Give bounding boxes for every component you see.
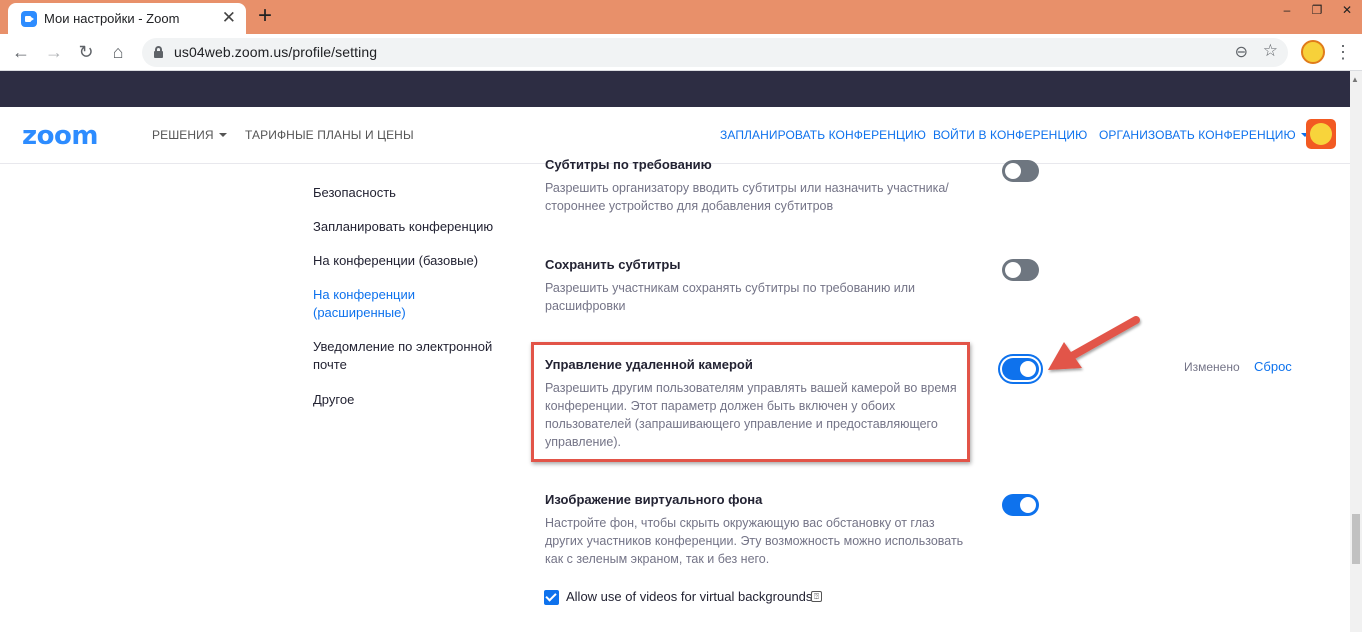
tab-close-icon[interactable]: ✕ xyxy=(222,9,236,27)
remote-camera-control-toggle[interactable] xyxy=(1002,358,1039,380)
sidebar-item-email-notification[interactable]: Уведомление по электронной почте xyxy=(313,338,493,374)
setting-title: Изображение виртуального фона xyxy=(545,492,763,507)
modified-status: Изменено xyxy=(1184,360,1240,374)
allow-videos-checkbox[interactable] xyxy=(544,590,559,605)
toggle-knob xyxy=(1020,497,1036,513)
setting-description: Разрешить участникам сохранять субтитры … xyxy=(545,281,916,313)
browser-profile-icon[interactable] xyxy=(1301,40,1325,64)
setting-closed-captions: Субтитры по требованию Разрешить организ… xyxy=(545,156,975,215)
sidebar-item-in-meeting-basic[interactable]: На конференции (базовые) xyxy=(313,252,503,270)
lock-icon[interactable] xyxy=(154,46,163,58)
setting-title: Сохранить субтитры xyxy=(545,257,681,272)
new-tab-button[interactable]: + xyxy=(258,3,272,29)
back-button[interactable]: ← xyxy=(10,41,32,63)
nav-join-meeting[interactable]: ВОЙТИ В КОНФЕРЕНЦИЮ xyxy=(933,128,1087,142)
nav-host-meeting[interactable]: ОРГАНИЗОВАТЬ КОНФЕРЕНЦИЮ xyxy=(1099,128,1309,142)
sidebar-item-other[interactable]: Другое xyxy=(313,391,503,409)
nav-solutions[interactable]: РЕШЕНИЯ xyxy=(152,128,227,142)
allow-videos-label[interactable]: Allow use of videos for virtual backgrou… xyxy=(566,589,812,604)
nav-solutions-label: РЕШЕНИЯ xyxy=(152,128,214,142)
bookmark-star-icon[interactable]: ☆ xyxy=(1263,41,1278,61)
caret-down-icon xyxy=(218,133,227,137)
sidebar-item-security[interactable]: Безопасность xyxy=(313,184,503,202)
reset-link[interactable]: Сброс xyxy=(1254,359,1292,374)
browser-tab-bar: Мои настройки - Zoom ✕ + – ❐ ✕ xyxy=(0,0,1362,34)
browser-menu-icon[interactable]: ⋮ xyxy=(1334,40,1352,64)
window-controls: – ❐ ✕ xyxy=(1272,0,1362,20)
setting-save-captions: Сохранить субтитры Разрешить участникам … xyxy=(545,256,975,315)
toggle-knob xyxy=(1005,262,1021,278)
zoom-logo[interactable]: zoom xyxy=(22,121,98,151)
scroll-up-arrow-icon[interactable]: ▲ xyxy=(1351,75,1359,84)
setting-description: Настройте фон, чтобы скрыть окружающую в… xyxy=(545,516,964,566)
info-icon[interactable]: ⍰ xyxy=(811,591,822,602)
setting-virtual-background: Изображение виртуального фона Настройте … xyxy=(545,491,975,568)
nav-schedule-meeting[interactable]: ЗАПЛАНИРОВАТЬ КОНФЕРЕНЦИЮ xyxy=(720,128,926,142)
highlight-annotation-box xyxy=(531,342,970,462)
smiley-face-icon xyxy=(1310,123,1332,145)
tab-title: Мои настройки - Zoom xyxy=(44,11,180,26)
zoom-favicon-icon xyxy=(21,11,37,27)
forward-button[interactable]: → xyxy=(43,41,65,63)
minimize-button[interactable]: – xyxy=(1272,0,1302,20)
sidebar-item-in-meeting-advanced[interactable]: На конференции (расширенные) xyxy=(313,286,503,322)
virtual-background-toggle[interactable] xyxy=(1002,494,1039,516)
reload-button[interactable]: ↻ xyxy=(75,41,97,63)
scrollbar-thumb[interactable] xyxy=(1352,514,1360,564)
home-button[interactable]: ⌂ xyxy=(107,41,129,63)
sidebar-item-schedule[interactable]: Запланировать конференцию xyxy=(313,218,503,236)
top-banner xyxy=(0,71,1350,107)
browser-tab[interactable]: Мои настройки - Zoom ✕ xyxy=(8,3,246,34)
setting-description: Разрешить организатору вводить субтитры … xyxy=(545,181,949,213)
save-captions-toggle[interactable] xyxy=(1002,259,1039,281)
setting-title: Субтитры по требованию xyxy=(545,157,712,172)
closed-captions-toggle[interactable] xyxy=(1002,160,1039,182)
close-window-button[interactable]: ✕ xyxy=(1332,0,1362,20)
annotation-arrow-icon xyxy=(1048,316,1140,370)
toggle-knob xyxy=(1020,361,1036,377)
nav-host-label: ОРГАНИЗОВАТЬ КОНФЕРЕНЦИЮ xyxy=(1099,128,1296,142)
zoom-magnifier-icon[interactable]: ⊖ xyxy=(1235,42,1248,62)
address-bar[interactable]: us04web.zoom.us/profile/setting ⊖ ☆ xyxy=(142,38,1288,67)
url-text[interactable]: us04web.zoom.us/profile/setting xyxy=(174,44,377,60)
settings-sidebar: Безопасность Запланировать конференцию Н… xyxy=(313,180,503,409)
nav-plans[interactable]: ТАРИФНЫЕ ПЛАНЫ И ЦЕНЫ xyxy=(245,128,414,142)
restore-button[interactable]: ❐ xyxy=(1302,0,1332,20)
browser-toolbar: ← → ↻ ⌂ us04web.zoom.us/profile/setting … xyxy=(0,34,1362,71)
user-avatar[interactable] xyxy=(1306,119,1336,149)
toggle-knob xyxy=(1005,163,1021,179)
